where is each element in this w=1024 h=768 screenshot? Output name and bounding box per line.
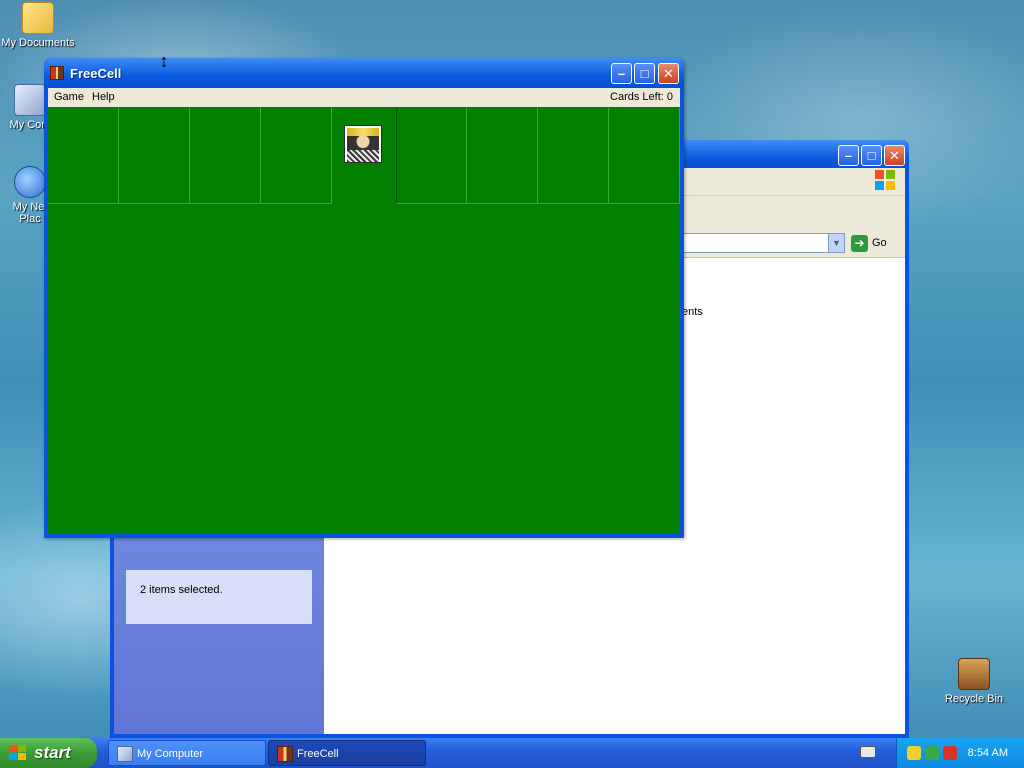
resize-cursor-icon: ↕ xyxy=(159,51,169,71)
desktop-icon-my-documents[interactable]: My Documents xyxy=(0,2,78,49)
taskbar: start My Computer FreeCell 8:54 AM xyxy=(0,738,1024,768)
maximize-icon: □ xyxy=(640,66,649,81)
menu-game[interactable]: Game xyxy=(54,91,84,103)
task-label: FreeCell xyxy=(297,748,339,760)
start-label: start xyxy=(34,743,71,762)
king-robe-icon xyxy=(347,150,379,162)
game-table[interactable] xyxy=(48,107,680,534)
details-panel: 2 items selected. xyxy=(126,570,312,624)
security-shield-icon[interactable] xyxy=(907,746,921,760)
close-button[interactable]: ✕ xyxy=(658,63,679,84)
freecell-window[interactable]: FreeCell – □ ✕ Game Help Cards Left: 0 xyxy=(44,58,684,538)
my-computer-icon xyxy=(14,84,46,116)
taskbar-item-freecell[interactable]: FreeCell xyxy=(268,740,426,766)
go-arrow-icon: ➔ xyxy=(851,234,868,252)
cards-left-counter: Cards Left: 0 xyxy=(610,91,673,103)
task-label: My Computer xyxy=(137,748,204,760)
start-button[interactable]: start xyxy=(0,738,97,768)
desktop-icon-label: My Documents xyxy=(1,37,75,49)
close-icon: ✕ xyxy=(663,66,674,81)
king-card xyxy=(344,125,382,163)
desktop-icon-recycle-bin[interactable]: Recycle Bin xyxy=(934,658,1014,705)
free-cell-3[interactable] xyxy=(190,108,261,204)
maximize-button[interactable]: □ xyxy=(861,145,882,166)
windows-logo-icon xyxy=(875,170,897,192)
maximize-icon: □ xyxy=(867,148,876,163)
maximize-button[interactable]: □ xyxy=(634,63,655,84)
clock[interactable]: 8:54 AM xyxy=(968,738,1008,768)
king-face-icon xyxy=(347,136,379,150)
partial-item-text: ents xyxy=(682,306,703,318)
freecell-app-icon xyxy=(277,746,293,762)
selection-status: 2 items selected. xyxy=(140,584,223,596)
alert-shield-icon[interactable] xyxy=(943,746,957,760)
menu-bar: Game Help Cards Left: 0 xyxy=(48,88,680,107)
free-cell-1[interactable] xyxy=(48,108,119,204)
windows-flag-icon xyxy=(9,745,27,761)
chevron-down-icon[interactable]: ▼ xyxy=(828,234,844,252)
window-title: FreeCell xyxy=(70,66,122,81)
freecell-app-icon xyxy=(50,66,64,80)
home-cell-2[interactable] xyxy=(467,108,538,204)
network-icon[interactable] xyxy=(925,746,939,760)
my-computer-icon xyxy=(117,746,133,762)
home-cell-3[interactable] xyxy=(538,108,609,204)
my-documents-icon xyxy=(22,2,54,34)
minimize-icon: – xyxy=(617,66,626,81)
minimize-button[interactable]: – xyxy=(611,63,632,84)
network-places-icon xyxy=(14,166,46,198)
minimize-button[interactable]: – xyxy=(838,145,859,166)
minimize-icon: – xyxy=(844,148,853,163)
recycle-bin-icon xyxy=(958,658,990,690)
keyboard-icon[interactable] xyxy=(860,746,876,758)
free-cell-4[interactable] xyxy=(261,108,332,204)
freecell-titlebar[interactable]: FreeCell – □ ✕ xyxy=(44,58,684,88)
home-cell-1[interactable] xyxy=(396,108,467,204)
free-cell-2[interactable] xyxy=(119,108,190,204)
system-tray: 8:54 AM xyxy=(896,738,1024,768)
close-button[interactable]: ✕ xyxy=(884,145,905,166)
go-button[interactable]: ➔ Go xyxy=(851,233,899,253)
go-label: Go xyxy=(872,237,887,249)
desktop-icon-label: Recycle Bin xyxy=(944,693,1004,705)
home-cell-4[interactable] xyxy=(609,108,680,204)
menu-help[interactable]: Help xyxy=(92,91,115,103)
close-icon: ✕ xyxy=(889,148,900,163)
crown-icon xyxy=(347,128,379,136)
taskbar-item-my-computer[interactable]: My Computer xyxy=(108,740,266,766)
